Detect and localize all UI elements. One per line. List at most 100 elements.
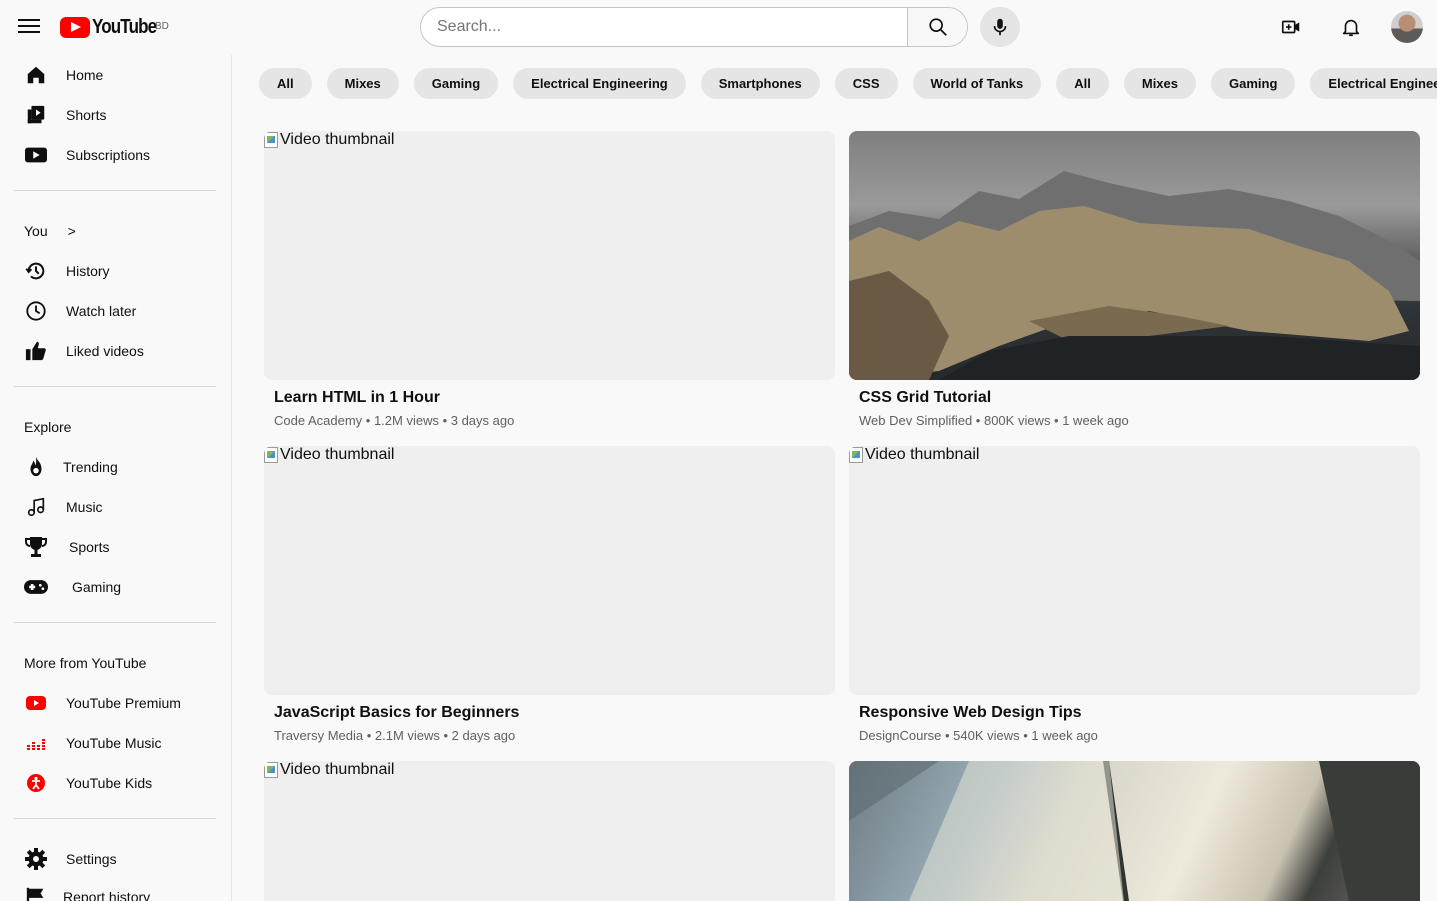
video-card[interactable]: Video thumbnail Responsive Web Design Ti… <box>849 446 1420 743</box>
video-meta: Web Dev Simplified • 800K views • 1 week… <box>859 413 1129 428</box>
chip-mixes[interactable]: Mixes <box>1123 68 1196 99</box>
video-thumbnail[interactable]: Video thumbnail <box>264 446 835 695</box>
logo-text: YouTube <box>92 15 157 38</box>
gear-icon <box>24 847 48 871</box>
broken-image-placeholder: Video thumbnail <box>264 446 394 464</box>
sidebar-item-music[interactable]: Music <box>14 487 216 527</box>
sidebar-item-label: YouTube Kids <box>66 775 153 791</box>
you-section-heading[interactable]: You > <box>24 223 76 239</box>
voice-search-button[interactable] <box>980 7 1020 47</box>
sidebar-item-sports[interactable]: Sports <box>14 527 216 567</box>
broken-image-placeholder: Video thumbnail <box>264 131 394 149</box>
flag-icon <box>24 885 48 901</box>
broken-image-placeholder: Video thumbnail <box>849 446 979 464</box>
sidebar-item-liked-videos[interactable]: Liked videos <box>14 331 216 371</box>
sidebar-item-subscriptions[interactable]: Subscriptions <box>14 135 216 175</box>
filter-chips-bar: All Mixes Gaming Electrical Engineering … <box>259 68 1437 100</box>
create-video-icon[interactable] <box>1279 15 1303 39</box>
chip-world-of-tanks[interactable]: World of Tanks <box>912 68 1042 99</box>
video-meta: Code Academy • 1.2M views • 3 days ago <box>274 413 515 428</box>
shorts-icon <box>24 103 48 127</box>
sidebar-divider <box>14 386 216 387</box>
youtube-premium-icon <box>24 691 48 715</box>
video-meta: DesignCourse • 540K views • 1 week ago <box>859 728 1098 743</box>
sidebar-item-label: Home <box>66 67 104 83</box>
sidebar-divider <box>14 818 216 819</box>
sidebar-item-label: Sports <box>69 539 110 555</box>
sidebar-item-shorts[interactable]: Shorts <box>14 95 216 135</box>
sidebar-item-gaming[interactable]: Gaming <box>14 567 216 607</box>
sidebar-item-label: YouTube Music <box>66 735 162 751</box>
sidebar-item-label: History <box>66 263 110 279</box>
broken-image-icon <box>264 762 278 778</box>
video-thumbnail[interactable]: Video thumbnail <box>264 761 835 901</box>
video-thumbnail[interactable] <box>849 131 1420 380</box>
history-icon <box>24 259 48 283</box>
sidebar-item-trending[interactable]: Trending <box>14 447 216 487</box>
video-thumbnail[interactable]: Video thumbnail <box>849 446 1420 695</box>
video-thumbnail[interactable] <box>849 761 1420 901</box>
chip-gaming[interactable]: Gaming <box>1211 68 1296 99</box>
video-card[interactable]: CSS Grid Tutorial Web Dev Simplified • 8… <box>849 131 1420 428</box>
sidebar-item-label: Shorts <box>66 107 107 123</box>
sidebar: Home Shorts Subscriptions You > History W… <box>0 55 232 901</box>
sidebar-item-label: Settings <box>66 851 117 867</box>
broken-image-placeholder: Video thumbnail <box>264 761 394 779</box>
chip-all[interactable]: All <box>1056 68 1109 99</box>
broken-image-icon <box>264 132 278 148</box>
music-note-icon <box>24 495 48 519</box>
home-icon <box>24 63 48 87</box>
sidebar-item-label: Subscriptions <box>66 147 151 163</box>
chip-electrical-engineering[interactable]: Electrical Engineering <box>1310 68 1437 99</box>
sidebar-item-label: YouTube Premium <box>66 695 181 711</box>
chip-css[interactable]: CSS <box>834 68 898 99</box>
youtube-logo[interactable]: YouTube BD <box>60 15 169 39</box>
video-title[interactable]: JavaScript Basics for Beginners <box>274 704 835 722</box>
sidebar-item-watch-later[interactable]: Watch later <box>14 291 216 331</box>
sidebar-item-youtube-music[interactable]: YouTube Music <box>14 723 216 763</box>
video-title[interactable]: Learn HTML in 1 Hour <box>274 389 835 407</box>
youtube-music-icon <box>24 731 48 755</box>
sidebar-item-youtube-premium[interactable]: YouTube Premium <box>14 683 216 723</box>
video-thumbnail[interactable]: Video thumbnail <box>264 131 835 380</box>
video-card[interactable]: Video thumbnail JavaScript Basics for Be… <box>264 446 835 743</box>
chip-electrical-engineering[interactable]: Electrical Engineering <box>513 68 686 99</box>
coastal-cliff-image <box>849 171 1420 380</box>
country-code: BD <box>155 21 169 32</box>
video-title[interactable]: CSS Grid Tutorial <box>859 389 1420 407</box>
chip-all[interactable]: All <box>259 68 312 99</box>
more-from-youtube-heading: More from YouTube <box>24 655 147 671</box>
search-input[interactable] <box>421 8 907 46</box>
top-bar: YouTube BD <box>0 0 1437 55</box>
chip-gaming[interactable]: Gaming <box>413 68 499 99</box>
search-box <box>420 7 968 47</box>
sidebar-item-youtube-kids[interactable]: YouTube Kids <box>14 763 216 803</box>
explore-section-heading: Explore <box>24 419 72 435</box>
subscriptions-icon <box>24 143 48 167</box>
broken-image-icon <box>264 447 278 463</box>
chip-mixes[interactable]: Mixes <box>326 68 399 99</box>
sidebar-item-settings[interactable]: Settings <box>14 839 216 879</box>
search-icon <box>928 18 947 36</box>
youtube-kids-icon <box>24 771 48 795</box>
video-card[interactable] <box>849 761 1420 901</box>
avatar[interactable] <box>1391 11 1423 43</box>
clock-icon <box>24 299 48 323</box>
notifications-bell-icon[interactable] <box>1339 15 1363 39</box>
youtube-play-icon <box>60 16 90 38</box>
video-title[interactable]: Responsive Web Design Tips <box>859 704 1420 722</box>
sidebar-item-label: Music <box>66 499 103 515</box>
hamburger-menu-icon[interactable] <box>18 16 40 38</box>
sidebar-item-label: Watch later <box>66 303 137 319</box>
sidebar-item-home[interactable]: Home <box>14 55 216 95</box>
search-button[interactable] <box>907 8 967 46</box>
video-card[interactable]: Video thumbnail <box>264 761 835 901</box>
sidebar-item-report-history[interactable]: Report history <box>14 877 216 901</box>
sidebar-item-history[interactable]: History <box>14 251 216 291</box>
microphone-icon <box>993 18 1007 36</box>
chip-smartphones[interactable]: Smartphones <box>700 68 820 99</box>
sidebar-item-label: Report history <box>63 889 151 901</box>
video-card[interactable]: Video thumbnail Learn HTML in 1 Hour Cod… <box>264 131 835 428</box>
chevron-right-icon: > <box>67 223 76 239</box>
gamepad-icon <box>24 575 48 599</box>
